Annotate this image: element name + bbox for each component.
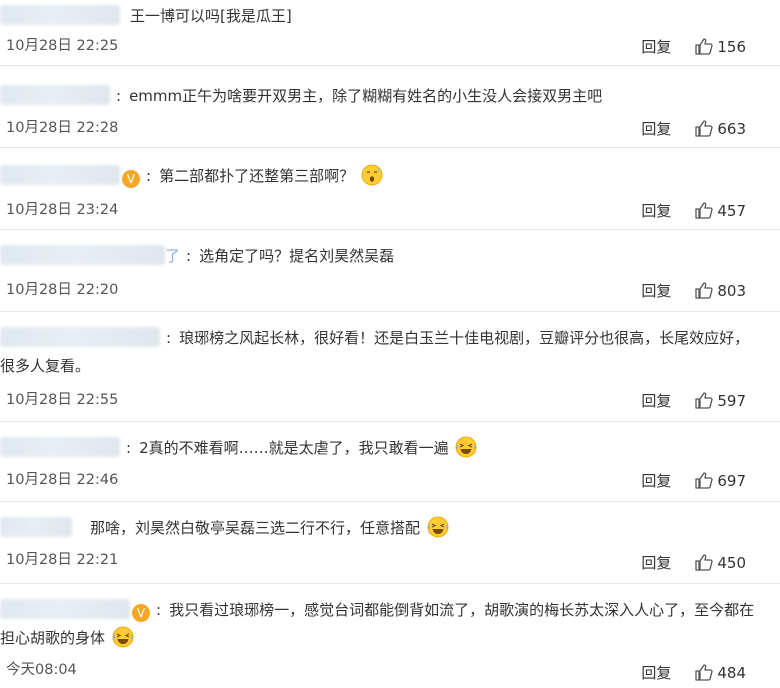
comment-text: 选角定了吗？提名刘昊然吴磊 bbox=[199, 247, 395, 265]
blurred-username[interactable] bbox=[0, 245, 165, 265]
like-button[interactable]: 450 bbox=[695, 554, 746, 572]
laugh-cry-emoji bbox=[455, 436, 477, 458]
comment-time: 10月28日 22:25 bbox=[6, 38, 119, 54]
like-count: 663 bbox=[717, 119, 746, 138]
like-count: 450 bbox=[717, 553, 746, 572]
comment-time: 今天08:04 bbox=[6, 662, 77, 678]
comment-item: 王一博可以吗[我是瓜王] 10月28日 22:25 回复 156 bbox=[0, 0, 780, 66]
blurred-username[interactable] bbox=[0, 437, 120, 457]
comment-item: :2真的不难看啊……就是太虐了，我只敢看一遍 10月28日 22:46 回复 6… bbox=[0, 422, 780, 502]
thumbs-up-icon bbox=[695, 664, 713, 681]
thumbs-up-icon bbox=[695, 472, 713, 489]
verified-v-icon: V bbox=[122, 170, 140, 188]
thumbs-up-icon bbox=[695, 554, 713, 571]
verified-v-icon: V bbox=[132, 604, 150, 622]
like-button[interactable]: 597 bbox=[695, 392, 746, 410]
colon-separator: : bbox=[166, 329, 172, 347]
like-button[interactable]: 457 bbox=[695, 202, 746, 220]
like-button[interactable]: 156 bbox=[695, 38, 746, 56]
comment-text: 那啥，刘昊然白敬亭吴磊三选二行不行，任意搭配 bbox=[90, 519, 421, 537]
comment-text: 2真的不难看啊……就是太虐了，我只敢看一遍 bbox=[139, 439, 449, 457]
colon-separator: : bbox=[186, 247, 192, 265]
like-button[interactable]: 484 bbox=[695, 664, 746, 682]
colon-separator: : bbox=[156, 601, 162, 619]
comment-item: V: 我只看过琅琊榜一，感觉台词都能倒背如流了，胡歌演的梅长苏太深入人心了，至今都… bbox=[0, 584, 780, 688]
thumbs-up-icon bbox=[695, 202, 713, 219]
comment-item: 那啥，刘昊然白敬亭吴磊三选二行不行，任意搭配 10月28日 22:21 回复 4… bbox=[0, 502, 780, 584]
reply-button[interactable]: 回复 bbox=[641, 280, 671, 301]
colon-separator: : bbox=[146, 167, 152, 185]
blurred-username[interactable] bbox=[0, 85, 110, 105]
reply-button[interactable]: 回复 bbox=[641, 470, 671, 491]
comment-feed: 王一博可以吗[我是瓜王] 10月28日 22:25 回复 156 : emmm正午… bbox=[0, 0, 780, 688]
thumbs-up-icon bbox=[695, 282, 713, 299]
blurred-username[interactable] bbox=[0, 165, 120, 185]
comment-time: 10月28日 22:21 bbox=[6, 552, 119, 568]
like-count: 697 bbox=[717, 471, 746, 490]
comment-item: 了: 选角定了吗？提名刘昊然吴磊 10月28日 22:20 回复 803 bbox=[0, 230, 780, 312]
blurred-username[interactable] bbox=[0, 5, 120, 25]
like-count: 457 bbox=[717, 201, 746, 220]
comment-time: 10月28日 22:20 bbox=[6, 282, 119, 298]
comment-time: 10月28日 22:46 bbox=[6, 472, 119, 488]
comment-item: : emmm正午为啥要开双男主，除了糊糊有姓名的小生没人会接双男主吧 10月28日… bbox=[0, 66, 780, 148]
laugh-cry-emoji bbox=[427, 516, 449, 538]
comment-text: emmm正午为啥要开双男主，除了糊糊有姓名的小生没人会接双男主吧 bbox=[129, 87, 603, 105]
sweat-emoji bbox=[361, 164, 383, 186]
comment-time: 10月28日 23:24 bbox=[6, 202, 119, 218]
colon-separator: : bbox=[116, 87, 122, 105]
reply-button[interactable]: 回复 bbox=[641, 118, 671, 139]
like-button[interactable]: 697 bbox=[695, 472, 746, 490]
like-button[interactable]: 803 bbox=[695, 282, 746, 300]
comment-item: : 琅琊榜之风起长林，很好看！还是白玉兰十佳电视剧，豆瓣评分也很高，长尾效应好，很… bbox=[0, 312, 780, 422]
like-count: 156 bbox=[717, 37, 746, 56]
blurred-username[interactable] bbox=[0, 327, 160, 347]
reply-button[interactable]: 回复 bbox=[641, 200, 671, 221]
comment-text: 王一博可以吗[我是瓜王] bbox=[130, 7, 292, 25]
laugh-cry-emoji bbox=[112, 626, 134, 648]
like-count: 597 bbox=[717, 391, 746, 410]
colon-separator: : bbox=[126, 439, 132, 457]
like-count: 484 bbox=[717, 663, 746, 682]
reply-button[interactable]: 回复 bbox=[641, 390, 671, 411]
thumbs-up-icon bbox=[695, 38, 713, 55]
like-button[interactable]: 663 bbox=[695, 120, 746, 138]
reply-button[interactable]: 回复 bbox=[641, 552, 671, 573]
comment-text: 第二部都扑了还整第三部啊？ bbox=[159, 167, 355, 185]
blurred-username[interactable] bbox=[0, 517, 72, 537]
comment-time: 10月28日 22:28 bbox=[6, 120, 119, 136]
blurred-username[interactable] bbox=[0, 599, 130, 619]
reply-button[interactable]: 回复 bbox=[641, 662, 671, 683]
thumbs-up-icon bbox=[695, 120, 713, 137]
reply-button[interactable]: 回复 bbox=[641, 36, 671, 57]
like-count: 803 bbox=[717, 281, 746, 300]
comment-time: 10月28日 22:55 bbox=[6, 392, 119, 408]
comment-item: V: 第二部都扑了还整第三部啊？ 10月28日 23:24 回复 457 bbox=[0, 148, 780, 230]
thumbs-up-icon bbox=[695, 392, 713, 409]
